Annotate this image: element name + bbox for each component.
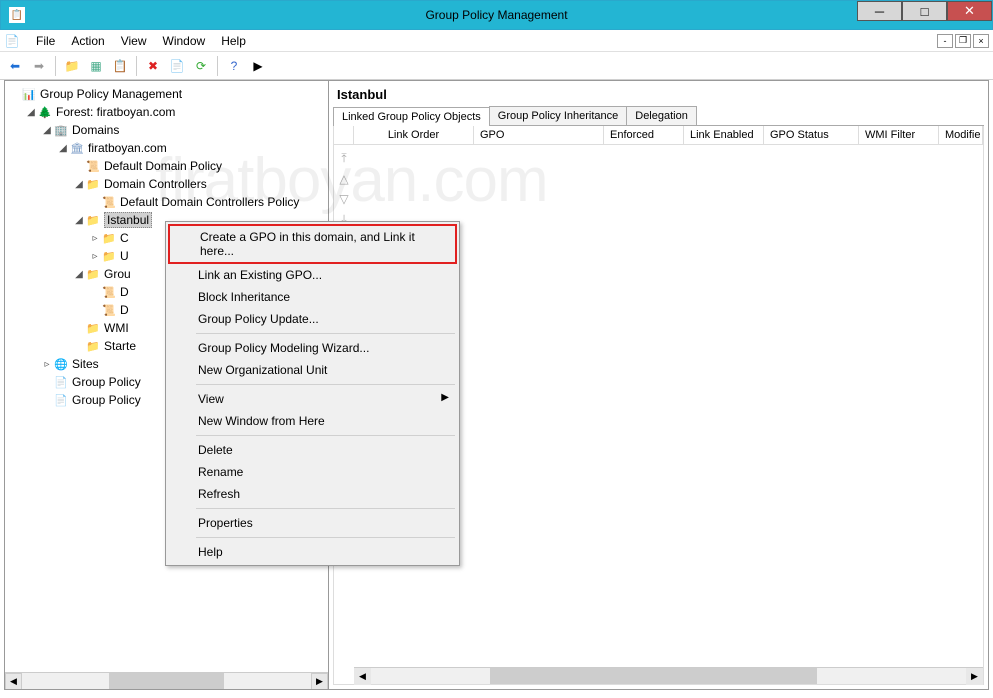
menu-window[interactable]: Window xyxy=(155,32,214,50)
menu-file[interactable]: File xyxy=(28,32,63,50)
window-title: Group Policy Management xyxy=(425,8,567,22)
menu-separator xyxy=(196,333,455,334)
tree-default-domain-policy[interactable]: 📜 Default Domain Policy xyxy=(5,157,328,175)
action-pane-button[interactable]: ▶ xyxy=(247,55,269,77)
tree-forest[interactable]: ◢🌲 Forest: firatboyan.com xyxy=(5,103,328,121)
maximize-button[interactable]: □ xyxy=(902,1,947,21)
mmc-icon: 📄 xyxy=(4,33,20,49)
delete-button[interactable]: ✖ xyxy=(142,55,164,77)
mdi-close[interactable]: × xyxy=(973,34,989,48)
tree-hscrollbar[interactable]: ◀ ▶ xyxy=(5,672,328,689)
menu-properties[interactable]: Properties xyxy=(168,512,457,534)
up-button[interactable]: 📁 xyxy=(61,55,83,77)
order-arrows: ⤒ △ ▽ ⤓ xyxy=(334,145,354,227)
show-hide-tree-button[interactable]: ▦ xyxy=(85,55,107,77)
column-headers: Link Order GPO Enforced Link Enabled GPO… xyxy=(333,126,984,145)
tab-linked-gpos[interactable]: Linked Group Policy Objects xyxy=(333,107,490,126)
column-modified[interactable]: Modifie xyxy=(939,126,983,144)
forward-button[interactable]: ➡ xyxy=(28,55,50,77)
tree-domains[interactable]: ◢🏢 Domains xyxy=(5,121,328,139)
tree-domain[interactable]: ◢🏛 firatboyan.com xyxy=(5,139,328,157)
column-gpo[interactable]: GPO xyxy=(474,126,604,144)
move-up-icon[interactable]: △ xyxy=(339,172,348,186)
tab-delegation[interactable]: Delegation xyxy=(626,106,697,125)
scroll-thumb[interactable] xyxy=(109,673,225,689)
help-button[interactable]: ? xyxy=(223,55,245,77)
menu-link-existing-gpo[interactable]: Link an Existing GPO... xyxy=(168,264,457,286)
menu-refresh[interactable]: Refresh xyxy=(168,483,457,505)
menu-separator xyxy=(196,508,455,509)
properties-button[interactable]: 📄 xyxy=(166,55,188,77)
column-gutter xyxy=(334,126,354,144)
minimize-button[interactable]: ─ xyxy=(857,1,902,21)
details-heading: Istanbul xyxy=(333,85,984,104)
app-icon: 📋 xyxy=(9,7,25,23)
menu-delete[interactable]: Delete xyxy=(168,439,457,461)
mdi-restore[interactable]: ❐ xyxy=(955,34,971,48)
menu-new-window[interactable]: New Window from Here xyxy=(168,410,457,432)
scroll-right-icon[interactable]: ▶ xyxy=(311,673,328,689)
main-content: 📊 Group Policy Management ◢🌲 Forest: fir… xyxy=(4,80,989,690)
toolbar: ⬅ ➡ 📁 ▦ 📋 ✖ 📄 ⟳ ? ▶ xyxy=(0,52,993,80)
title-bar: 📋 Group Policy Management ─ □ ✕ xyxy=(0,0,993,30)
details-hscrollbar[interactable]: ◀ ▶ xyxy=(354,667,983,684)
menu-help[interactable]: Help xyxy=(213,32,254,50)
column-gpo-status[interactable]: GPO Status xyxy=(764,126,859,144)
menu-separator xyxy=(196,435,455,436)
menu-bar: 📄 File Action View Window Help - ❐ × xyxy=(0,30,993,52)
menu-gp-modeling-wizard[interactable]: Group Policy Modeling Wizard... xyxy=(168,337,457,359)
tree-domain-controllers[interactable]: ◢📁 Domain Controllers xyxy=(5,175,328,193)
column-wmi-filter[interactable]: WMI Filter xyxy=(859,126,939,144)
refresh-button[interactable]: ⟳ xyxy=(190,55,212,77)
copy-button[interactable]: 📋 xyxy=(109,55,131,77)
tab-gp-inheritance[interactable]: Group Policy Inheritance xyxy=(489,106,627,125)
close-button[interactable]: ✕ xyxy=(947,1,992,21)
back-button[interactable]: ⬅ xyxy=(4,55,26,77)
menu-view[interactable]: View▶ xyxy=(168,388,457,410)
menu-block-inheritance[interactable]: Block Inheritance xyxy=(168,286,457,308)
menu-help[interactable]: Help xyxy=(168,541,457,563)
menu-rename[interactable]: Rename xyxy=(168,461,457,483)
menu-gp-update[interactable]: Group Policy Update... xyxy=(168,308,457,330)
context-menu: Create a GPO in this domain, and Link it… xyxy=(165,221,460,566)
submenu-arrow-icon: ▶ xyxy=(441,392,449,403)
scroll-left-icon[interactable]: ◀ xyxy=(5,673,22,689)
scroll-left-icon[interactable]: ◀ xyxy=(354,668,371,685)
menu-new-ou[interactable]: New Organizational Unit xyxy=(168,359,457,381)
menu-create-gpo-link[interactable]: Create a GPO in this domain, and Link it… xyxy=(168,224,457,264)
column-link-order[interactable]: Link Order xyxy=(354,126,474,144)
move-down-icon[interactable]: ▽ xyxy=(339,192,348,206)
column-link-enabled[interactable]: Link Enabled xyxy=(684,126,764,144)
move-top-icon[interactable]: ⤒ xyxy=(341,151,346,166)
menu-separator xyxy=(196,537,455,538)
scroll-thumb[interactable] xyxy=(490,668,817,684)
mdi-minimize[interactable]: - xyxy=(937,34,953,48)
tree-default-dc-policy[interactable]: 📜 Default Domain Controllers Policy xyxy=(5,193,328,211)
menu-action[interactable]: Action xyxy=(63,32,112,50)
tree-root[interactable]: 📊 Group Policy Management xyxy=(5,85,328,103)
column-enforced[interactable]: Enforced xyxy=(604,126,684,144)
menu-separator xyxy=(196,384,455,385)
tab-strip: Linked Group Policy Objects Group Policy… xyxy=(333,106,984,126)
scroll-right-icon[interactable]: ▶ xyxy=(966,668,983,685)
menu-view[interactable]: View xyxy=(113,32,155,50)
